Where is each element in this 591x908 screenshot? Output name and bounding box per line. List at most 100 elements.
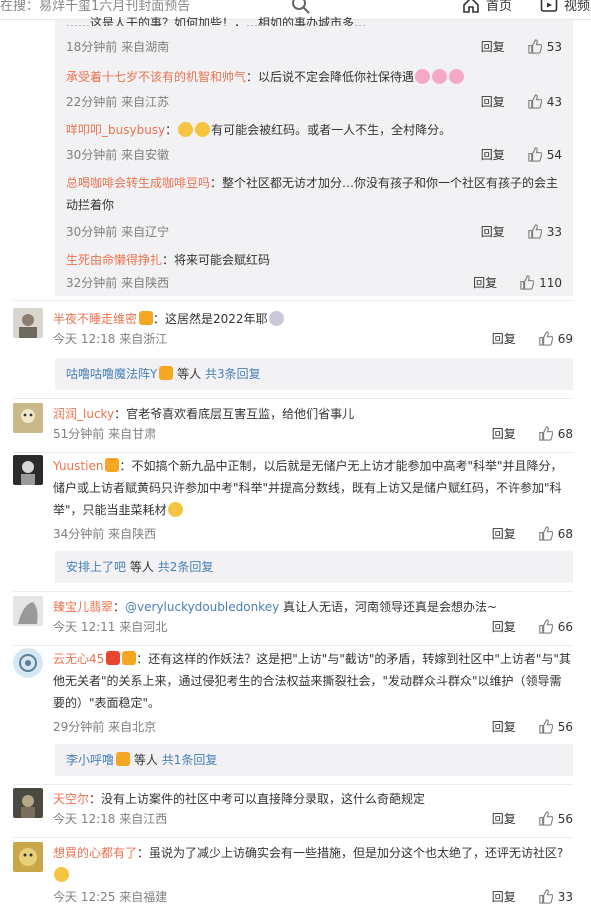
like-count: 69 [557, 331, 573, 346]
like-button[interactable]: 54 [527, 147, 562, 162]
comment-author[interactable]: 润润_lucky [53, 407, 114, 421]
like-button[interactable]: 110 [519, 275, 562, 290]
more-replies-user[interactable]: 咕噜咕噜魔法阵Y [66, 367, 157, 381]
thinking-emoji-icon [195, 122, 211, 137]
like-button[interactable]: 66 [538, 619, 573, 634]
thumb-up-icon [539, 526, 553, 541]
thumb-up-icon [528, 224, 542, 239]
avatar[interactable] [13, 403, 43, 433]
comment-author[interactable]: 天空尔 [53, 792, 89, 806]
like-count: 68 [557, 526, 573, 541]
more-replies-suffix: 等人 [129, 560, 154, 574]
reply-author[interactable]: 生死由命懒得挣扎 [66, 253, 162, 267]
reply-author[interactable]: 总喝咖啡会转生成咖啡豆吗 [66, 176, 210, 190]
reply-button[interactable]: 回复 [481, 93, 505, 110]
divider [13, 452, 573, 453]
like-count: 43 [546, 94, 562, 109]
reply-button[interactable]: 回复 [492, 888, 516, 905]
like-button[interactable]: 56 [538, 719, 573, 734]
more-replies-link[interactable]: 咕噜咕噜魔法阵Y 等人 共3条回复 [55, 358, 573, 390]
comment-author[interactable]: 半夜不睡走维密 [53, 312, 137, 326]
like-button[interactable]: 68 [538, 526, 573, 541]
reply-button[interactable]: 回复 [492, 525, 516, 542]
avatar[interactable] [13, 648, 43, 678]
comment-author[interactable]: 云无心45 [53, 652, 104, 666]
comment-meta: 51分钟前 来自甘肃 [53, 427, 157, 441]
vip-badge-icon [116, 752, 131, 766]
reply-meta: 32分钟前 来自陕西 [66, 276, 170, 290]
more-replies-count[interactable]: 共2条回复 [158, 560, 214, 574]
comment-text: ：这居然是2022年耶 [153, 312, 268, 326]
reply-text: ：以后说不定会降低你社保待遇 [246, 70, 415, 84]
more-replies-user[interactable]: 李小呼噜 [66, 753, 114, 767]
comment-author[interactable]: 臻宝儿翡翠 [53, 600, 113, 614]
reply-button[interactable]: 回复 [481, 146, 505, 163]
comment-text: ： [113, 600, 126, 614]
divider [13, 645, 573, 646]
reply-button[interactable]: 回复 [481, 38, 505, 55]
like-button[interactable]: 53 [527, 39, 562, 54]
reply-author[interactable]: 承受着十七岁不该有的机智和帅气 [66, 70, 246, 84]
more-replies-suffix: 等人 [177, 367, 202, 381]
reply-button[interactable]: 回复 [492, 330, 516, 347]
reply-item: 咩叩叩_busybusy： 有可能会被红码。或者一人不生，全村降分。 30分钟前 … [66, 122, 562, 163]
thumb-up-icon [539, 811, 553, 826]
comment-item: 天空尔：没有上访案件的社区中考可以直接降分录取，这什么奇葩规定 今天 12:18… [13, 788, 573, 832]
avatar[interactable] [13, 455, 43, 485]
mention-link[interactable]: @veryluckydoubledonkey [125, 600, 279, 614]
reply-item: ……这是人干的事？如何加些！，…相如的事办城市多… 18分钟前 来自湖南 回复 … [66, 16, 562, 56]
thumb-up-icon [539, 331, 553, 346]
reply-meta: 30分钟前 来自辽宁 [66, 225, 170, 239]
more-replies-link[interactable]: 李小呼噜 等人 共1条回复 [55, 744, 573, 776]
nav-home-label: 首页 [486, 0, 513, 14]
like-button[interactable]: 33 [538, 889, 573, 904]
divider [13, 837, 573, 838]
reply-button[interactable]: 回复 [481, 223, 505, 240]
like-count: 54 [546, 147, 562, 162]
more-replies-suffix: 等人 [133, 753, 158, 767]
thumb-up-icon [528, 94, 542, 109]
video-icon [540, 0, 558, 14]
more-replies-count[interactable]: 共3条回复 [205, 367, 261, 381]
comment-meta: 今天 12:11 来自河北 [53, 620, 168, 634]
comment-item: 云无心45 ：还有这样的作妖法？这是把"上访"与"截访"的矛盾，转嫁到社区中"上访… [13, 648, 573, 738]
reply-meta: 30分钟前 来自安徽 [66, 148, 170, 162]
vip-badge-icon [122, 651, 137, 665]
reply-item: 生死由命懒得挣扎：将来可能会赋红码 32分钟前 来自陕西 回复 110 [66, 249, 562, 295]
nav-home[interactable]: 首页 [462, 0, 512, 14]
nav-video[interactable]: 视频 [540, 0, 590, 14]
reply-button[interactable]: 回复 [492, 618, 516, 635]
reply-button[interactable]: 回复 [492, 718, 516, 735]
like-button[interactable]: 33 [527, 224, 562, 239]
reply-button[interactable]: 回复 [473, 274, 497, 291]
avatar[interactable] [13, 308, 43, 338]
like-button[interactable]: 56 [538, 811, 573, 826]
v-verified-badge-icon [106, 651, 121, 665]
reply-button[interactable]: 回复 [492, 810, 516, 827]
reply-item: 承受着十七岁不该有的机智和帅气：以后说不定会降低你社保待遇 22分钟前 来自江苏… [66, 66, 562, 112]
comment-author[interactable]: 想買的心都有了 [53, 846, 137, 860]
more-replies-user[interactable]: 安排上了吧 [66, 560, 126, 574]
like-button[interactable]: 68 [538, 426, 573, 441]
divider [13, 784, 573, 785]
like-count: 33 [546, 224, 562, 239]
more-replies-link[interactable]: 安排上了吧 等人 共2条回复 [55, 551, 573, 583]
avatar[interactable] [13, 842, 43, 872]
avatar[interactable] [13, 788, 43, 818]
nav-video-label: 视频 [564, 0, 591, 14]
reply-item: 总喝咖啡会转生成咖啡豆吗：整个社区都无访才加分…你没有孩子和你一个社区有孩子的会… [66, 172, 562, 242]
reply-button[interactable]: 回复 [492, 425, 516, 442]
like-count: 66 [557, 619, 573, 634]
like-button[interactable]: 43 [527, 94, 562, 109]
thumb-up-icon [528, 147, 542, 162]
comment-author[interactable]: Yuustien [53, 459, 103, 473]
thumb-up-icon [520, 275, 535, 290]
reply-text: 有可能会被红码。或者一人不生，全村降分。 [211, 123, 452, 137]
like-count: 110 [539, 275, 562, 290]
more-replies-count[interactable]: 共1条回复 [162, 753, 218, 767]
like-button[interactable]: 69 [538, 331, 573, 346]
laugh-emoji-icon [167, 502, 183, 517]
avatar[interactable] [13, 596, 43, 626]
like-count: 68 [557, 426, 573, 441]
reply-author[interactable]: 咩叩叩_busybusy [66, 123, 165, 137]
